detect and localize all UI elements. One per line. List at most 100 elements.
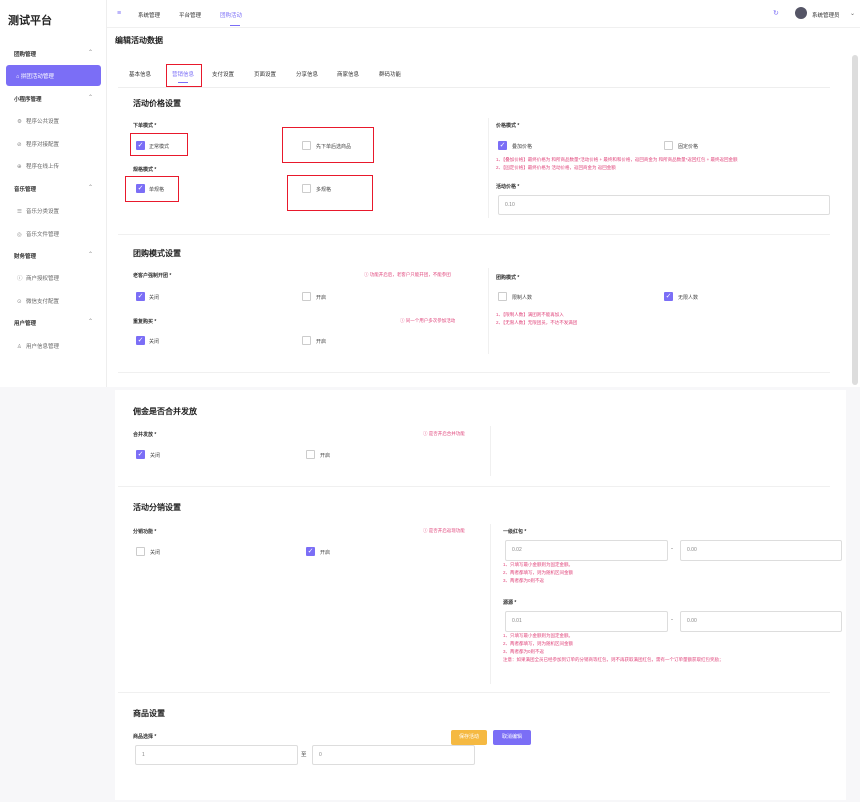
save-button[interactable]: 保存活动 [451,730,487,745]
nav-group-activity[interactable]: 团购活动 [220,11,242,19]
price-stack-checkbox[interactable]: ✓ [498,141,507,150]
price-fixed-checkbox[interactable] [664,141,673,150]
sidebar-item-music-files[interactable]: ◎ 音乐文件管理 [17,230,59,238]
nav-system[interactable]: 系统管理 [138,11,160,19]
column-divider [490,426,491,476]
info-icon: ⓘ [17,276,23,282]
highlight-box [130,133,188,156]
merge-off-checkbox[interactable]: ✓ [136,450,145,459]
user-name[interactable]: 系统管理员 [812,11,840,19]
tab-merchant[interactable]: 商家信息 [337,70,359,78]
dist-tip: ⓘ 是否开启返现功能 [423,528,465,533]
sidebar-item-merchant-auth[interactable]: ⓘ 商户授权管理 [17,274,59,282]
menu-group-miniprogram[interactable]: 小程序管理 [14,95,42,103]
first-max-input[interactable]: 0.00 [680,540,842,561]
group-limited-checkbox[interactable] [498,292,507,301]
tab-basic[interactable]: 基本信息 [129,70,151,78]
sidebar-item-label: 商户授权管理 [26,276,60,282]
chevron-down-icon[interactable]: ⌄ [850,10,855,17]
first-redpack-label: 一级红包 * [503,529,527,535]
price-hint-1: 1、【叠加价格】最终价格为 和所商品数量*活动价格 + 最终和和价格，返回商金为… [496,157,738,162]
source-min-input[interactable]: 0.01 [505,611,668,632]
highlight-box [287,175,373,211]
sidebar-item-label: 音乐分类设置 [26,209,60,215]
group-mode-label: 团购模式 * [496,275,520,281]
price-hint-2: 2、【固定价格】最终价格为 活动价格，返回商金为 返回金额 [496,165,616,170]
menu-group-finance[interactable]: 财务管理 [14,252,36,260]
product-min-input[interactable]: 1 [135,745,298,765]
sidebar-item-label: 用户信息管理 [26,344,60,350]
old-user-tip: ⓘ 功能开启后，老客户只能开团，不能参团 [364,272,451,277]
list-icon: ☰ [17,209,22,215]
product-max-input[interactable]: 0 [312,745,475,765]
dist-on-checkbox[interactable]: ✓ [306,547,315,556]
sidebar-item-label: 拼团活动管理 [20,74,54,80]
page-title: 编辑活动数据 [115,36,163,45]
old-user-on-checkbox[interactable] [302,292,311,301]
sidebar-item-program-config[interactable]: ⊘ 程序对接配置 [17,140,59,148]
section-title-product: 商品设置 [133,709,165,718]
highlight-box [282,127,374,163]
chevron-up-icon[interactable]: ⌃ [88,318,93,325]
sidebar-item-wechat-pay[interactable]: ⊙ 微信支付配置 [17,297,59,305]
sidebar-item-group-activity[interactable]: ⌂ 拼团活动管理 [6,65,101,86]
nav-platform[interactable]: 平台管理 [179,11,201,19]
sidebar-item-user-info[interactable]: ♙ 用户信息管理 [17,342,59,350]
check-circle-icon: ⊙ [17,299,22,305]
first-min-input[interactable]: 0.02 [505,540,668,561]
activity-price-input[interactable]: 0.10 [498,195,830,215]
sidebar: 测试平台 团购管理 ⌃ ⌂ 拼团活动管理 小程序管理 ⌃ ⚙ 程序公共设置 ⊘ 程序… [0,0,107,387]
cancel-button[interactable]: 取消编辑 [493,730,531,745]
sidebar-item-program-upload[interactable]: ⊕ 程序在线上传 [17,162,59,170]
menu-group-group-buy[interactable]: 团购管理 [14,50,36,58]
price-fixed-label: 固定价格 [678,144,699,150]
repeat-off-checkbox[interactable]: ✓ [136,336,145,345]
old-user-off-checkbox[interactable]: ✓ [136,292,145,301]
tab-group-code[interactable]: 群码功能 [379,70,401,78]
refresh-icon[interactable]: ↻ [773,9,779,17]
music-icon: ◎ [17,232,22,238]
source-label: 源源 * [503,600,517,606]
old-user-off-label: 关闭 [149,295,160,301]
highlight-box [166,64,202,87]
menu-group-users[interactable]: 用户管理 [14,319,36,327]
sidebar-item-music-category[interactable]: ☰ 音乐分类设置 [17,207,59,215]
section-title-distribution: 活动分销设置 [133,503,181,512]
sidebar-item-label: 音乐文件管理 [26,232,60,238]
gear-icon: ⚙ [17,119,22,125]
chevron-up-icon[interactable]: ⌃ [88,94,93,101]
avatar[interactable] [795,7,807,19]
sidebar-item-program-settings[interactable]: ⚙ 程序公共设置 [17,117,59,125]
column-divider [488,268,489,354]
old-user-label: 老客户强制开团 * [133,273,172,279]
merge-off-label: 关闭 [150,453,161,459]
merge-on-checkbox[interactable] [306,450,315,459]
group-hint-2: 2、【无限人数】无限团员，不达不发满团 [496,320,578,325]
tab-payment[interactable]: 支付设置 [212,70,234,78]
repeat-on-checkbox[interactable] [302,336,311,345]
app-logo: 测试平台 [8,15,52,27]
source-hint-3: 3、两者都为0则不返 [503,649,545,654]
highlight-box [125,176,179,202]
link-icon: ⊘ [17,142,22,148]
user-icon: ♙ [17,344,22,350]
chevron-up-icon[interactable]: ⌃ [88,251,93,258]
repeat-off-label: 关闭 [149,339,160,345]
first-hint-1: 1、只填写最小金额则为固定金额。 [503,562,574,567]
chevron-up-icon[interactable]: ⌃ [88,184,93,191]
tab-page[interactable]: 页面设置 [254,70,276,78]
first-hint-2: 2、两者都填写，则为随机区间金额 [503,570,574,575]
source-max-input[interactable]: 0.00 [680,611,842,632]
product-select-label: 商品选择 * [133,734,157,740]
section-divider [118,486,830,487]
menu-group-music[interactable]: 音乐管理 [14,185,36,193]
sidebar-item-label: 微信支付配置 [26,299,60,305]
scrollbar[interactable] [852,55,858,385]
chevron-up-icon[interactable]: ⌃ [88,49,93,56]
tabs-border [118,87,830,88]
menu-toggle-icon[interactable]: ≡ [117,10,121,17]
source-note: 注意：如果满团全员已经参加到订单的分销商等红包，则不再获取满团红包，需有一个订单… [503,657,724,662]
dist-off-checkbox[interactable] [136,547,145,556]
group-unlimited-checkbox[interactable]: ✓ [664,292,673,301]
tab-share[interactable]: 分享信息 [296,70,318,78]
